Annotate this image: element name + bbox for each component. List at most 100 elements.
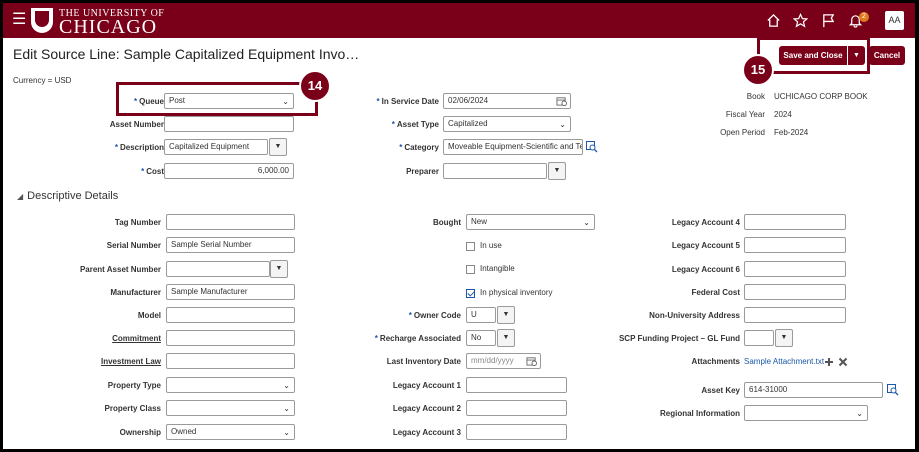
scp-funding-dropdown-icon[interactable]: ▼ — [775, 329, 793, 347]
property-class-label: Property Class — [104, 404, 161, 413]
chevron-down-icon: ⌄ — [283, 404, 290, 413]
regional-information-select[interactable]: ⌄ — [744, 405, 868, 421]
property-type-label: Property Type — [107, 381, 161, 390]
calendar-icon[interactable] — [556, 96, 567, 106]
description-dropdown-icon[interactable]: ▼ — [269, 138, 287, 156]
open-period-value: Feb-2024 — [774, 128, 809, 137]
university-crest-logo — [31, 8, 53, 33]
in-physical-inventory-checkbox[interactable] — [466, 289, 475, 298]
home-icon[interactable] — [766, 13, 781, 28]
serial-number-label: Serial Number — [106, 241, 161, 250]
brand-line-2: CHICAGO — [59, 16, 158, 38]
flag-icon[interactable] — [821, 13, 836, 28]
user-avatar[interactable]: AA — [885, 11, 904, 30]
cost-input[interactable]: 6,000.00 — [164, 163, 294, 179]
chevron-down-icon: ⌄ — [283, 381, 290, 390]
legacy-account-1-input[interactable] — [466, 377, 567, 393]
page-title: Edit Source Line: Sample Capitalized Equ… — [13, 46, 360, 62]
asset-number-label: Asset Number — [109, 120, 164, 129]
calendar-icon[interactable] — [526, 356, 537, 366]
chevron-down-icon: ⌄ — [856, 409, 863, 418]
manufacturer-label: Manufacturer — [110, 288, 161, 297]
description-label: * Description — [114, 143, 164, 152]
cost-label: * Cost — [141, 167, 164, 176]
parent-asset-dropdown-icon[interactable]: ▼ — [270, 260, 288, 278]
property-type-select[interactable]: ⌄ — [166, 377, 295, 393]
asset-key-label: Asset Key — [701, 386, 740, 395]
legacy-account-6-label: Legacy Account 6 — [671, 265, 740, 274]
property-class-select[interactable]: ⌄ — [166, 400, 295, 416]
preparer-input[interactable] — [443, 163, 547, 179]
recharge-associated-input[interactable]: No — [466, 330, 496, 346]
owner-code-dropdown-icon[interactable]: ▼ — [497, 306, 515, 324]
model-input[interactable] — [166, 307, 295, 323]
scp-funding-project-input[interactable] — [744, 330, 774, 346]
intangible-label: Intangible — [480, 264, 515, 273]
scp-funding-project-label: SCP Funding Project – GL Fund — [618, 334, 740, 343]
recharge-dropdown-icon[interactable]: ▼ — [497, 329, 515, 347]
collapse-triangle-icon: ◢ — [17, 192, 24, 201]
chevron-down-icon: ⌄ — [583, 218, 590, 227]
asset-type-label: * Asset Type — [391, 120, 439, 129]
category-input[interactable]: Moveable Equipment-Scientific and Te — [443, 139, 583, 155]
bought-select[interactable]: New ⌄ — [466, 214, 595, 230]
commitment-label: Commitment — [112, 334, 161, 343]
legacy-account-6-input[interactable] — [744, 261, 846, 277]
owner-code-input[interactable]: U — [466, 307, 496, 323]
bought-label: Bought — [433, 218, 461, 227]
asset-key-input[interactable]: 614-31000 — [744, 382, 883, 398]
cancel-button[interactable]: Cancel — [869, 46, 905, 65]
commitment-input[interactable] — [166, 330, 295, 346]
legacy-account-2-label: Legacy Account 2 — [392, 404, 461, 413]
legacy-account-3-input[interactable] — [466, 424, 567, 440]
legacy-account-1-label: Legacy Account 1 — [392, 381, 461, 390]
tag-number-label: Tag Number — [114, 218, 161, 227]
descriptive-details-section-header[interactable]: ◢ Descriptive Details — [17, 190, 118, 202]
hamburger-icon[interactable]: ☰ — [12, 12, 26, 28]
tag-number-input[interactable] — [166, 214, 295, 230]
remove-attachment-icon[interactable] — [838, 357, 848, 367]
non-university-address-input[interactable] — [744, 307, 846, 323]
global-header: ☰ THE UNIVERSITY OF CHICAGO 2 AA — [3, 3, 915, 38]
in-service-date-label: * In Service Date — [376, 97, 440, 106]
asset-type-select[interactable]: Capitalized ⌄ — [443, 116, 571, 132]
legacy-account-2-input[interactable] — [466, 400, 567, 416]
ownership-select[interactable]: Owned ⌄ — [166, 424, 295, 440]
legacy-account-5-label: Legacy Account 5 — [671, 241, 740, 250]
fiscal-year-label: Fiscal Year — [725, 110, 765, 119]
intangible-checkbox[interactable] — [466, 265, 475, 274]
asset-key-search-icon[interactable] — [887, 384, 899, 396]
book-label: Book — [746, 92, 765, 101]
notification-count-badge: 2 — [859, 12, 869, 22]
owner-code-label: * Owner Code — [408, 311, 461, 320]
asset-number-input[interactable] — [164, 116, 294, 132]
investment-law-input[interactable] — [166, 353, 295, 369]
legacy-account-5-input[interactable] — [744, 237, 846, 253]
federal-cost-label: Federal Cost — [691, 288, 740, 297]
in-use-checkbox[interactable] — [466, 242, 475, 251]
federal-cost-input[interactable] — [744, 284, 846, 300]
attachments-label: Attachments — [691, 357, 740, 366]
in-service-date-input[interactable]: 02/06/2024 — [443, 93, 571, 109]
attachment-link[interactable]: Sample Attachment.txt — [744, 357, 824, 366]
parent-asset-number-input[interactable] — [166, 261, 270, 277]
legacy-account-4-input[interactable] — [744, 214, 846, 230]
last-inventory-date-input[interactable]: mm/dd/yyyy — [466, 353, 541, 369]
serial-number-input[interactable]: Sample Serial Number — [166, 237, 295, 253]
description-input[interactable]: Capitalized Equipment — [164, 139, 268, 155]
currency-label: Currency = USD — [13, 76, 72, 85]
favorites-star-icon[interactable] — [793, 13, 808, 28]
step-14-callout: 14 — [299, 70, 331, 102]
last-inventory-date-label: Last Inventory Date — [386, 357, 461, 366]
category-search-icon[interactable] — [586, 141, 598, 153]
investment-law-label: Investment Law — [100, 357, 161, 366]
in-physical-inventory-label: In physical inventory — [480, 288, 553, 297]
preparer-dropdown-icon[interactable]: ▼ — [548, 162, 566, 180]
add-attachment-icon[interactable] — [824, 357, 834, 367]
legacy-account-4-label: Legacy Account 4 — [671, 218, 740, 227]
chevron-down-icon: ⌄ — [283, 428, 290, 437]
parent-asset-number-label: Parent Asset Number — [79, 265, 161, 274]
category-label: * Category — [399, 143, 439, 152]
regional-information-label: Regional Information — [660, 409, 740, 418]
manufacturer-input[interactable]: Sample Manufacturer — [166, 284, 295, 300]
